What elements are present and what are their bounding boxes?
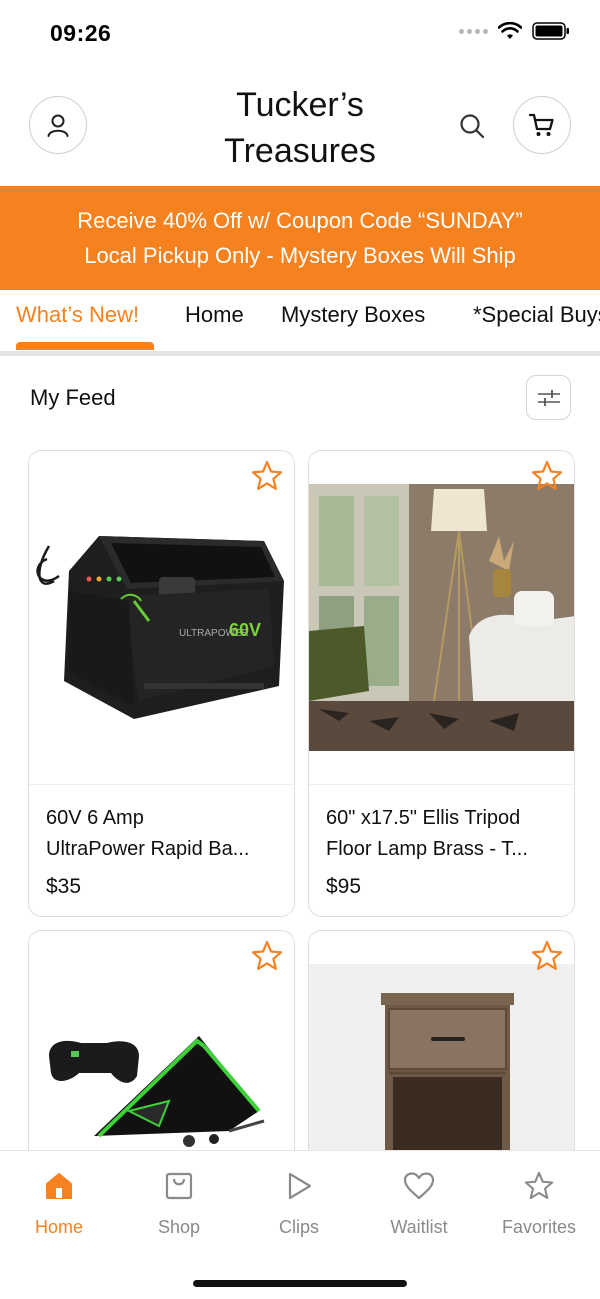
product-price: $95 bbox=[326, 875, 362, 898]
home-indicator[interactable] bbox=[193, 1280, 407, 1287]
product-card[interactable]: ULTRAPOWER 60V 60V 6 Amp UltraPower Rapi… bbox=[28, 450, 295, 917]
product-name-line2: Floor Lamp Brass - T... bbox=[326, 838, 528, 860]
filter-sliders-icon bbox=[537, 389, 560, 406]
favorite-star-button[interactable] bbox=[250, 459, 284, 498]
category-tabs: What’s New! Home Mystery Boxes *Special … bbox=[0, 290, 600, 356]
nav-favorites-label: Favorites bbox=[501, 1217, 577, 1237]
account-button[interactable] bbox=[29, 96, 87, 154]
nav-favorites[interactable]: Favorites bbox=[484, 1167, 594, 1238]
tab-home[interactable]: Home bbox=[185, 302, 244, 328]
nav-waitlist[interactable]: Waitlist bbox=[364, 1167, 474, 1238]
store-title-line2: Treasures bbox=[224, 132, 376, 170]
tab-mystery-boxes[interactable]: Mystery Boxes bbox=[281, 302, 425, 328]
star-icon bbox=[484, 1167, 594, 1205]
promo-line-2: Local Pickup Only - Mystery Boxes Will S… bbox=[84, 243, 516, 268]
star-icon bbox=[251, 460, 283, 490]
status-time: 09:26 bbox=[50, 20, 112, 46]
shop-bag-icon bbox=[124, 1167, 234, 1205]
product-info: 60" x17.5" Ellis Tripod Floor Lamp Brass… bbox=[309, 784, 574, 898]
status-bar: 09:26 bbox=[0, 0, 600, 64]
cart-icon bbox=[528, 113, 554, 136]
tab-special-buys[interactable]: *Special Buys bbox=[473, 302, 600, 328]
star-icon bbox=[531, 940, 563, 970]
nav-home-label: Home bbox=[34, 1217, 83, 1237]
nav-shop[interactable]: Shop bbox=[124, 1167, 234, 1238]
favorite-star-button[interactable] bbox=[530, 459, 564, 498]
nav-clips-label: Clips bbox=[278, 1217, 319, 1237]
charger-image: ULTRAPOWER 60V bbox=[29, 451, 294, 784]
favorite-star-button[interactable] bbox=[530, 939, 564, 978]
floor-lamp-image bbox=[309, 451, 574, 784]
store-title: Tucker’s Treasures bbox=[150, 82, 450, 174]
search-button[interactable] bbox=[454, 108, 490, 144]
product-name: 60V 6 Amp UltraPower Rapid Ba... bbox=[46, 803, 276, 865]
battery-icon bbox=[532, 22, 569, 40]
product-name-line1: 60V 6 Amp bbox=[46, 807, 144, 829]
user-icon bbox=[47, 114, 69, 137]
product-name: 60" x17.5" Ellis Tripod Floor Lamp Brass… bbox=[326, 803, 556, 865]
play-icon bbox=[244, 1167, 354, 1205]
promo-banner: Receive 40% Off w/ Coupon Code “SUNDAY” … bbox=[0, 186, 600, 290]
promo-line-1: Receive 40% Off w/ Coupon Code “SUNDAY” bbox=[77, 208, 523, 233]
heart-icon bbox=[364, 1167, 474, 1205]
svg-text:60V: 60V bbox=[229, 620, 261, 640]
tab-whats-new[interactable]: What’s New! bbox=[16, 302, 139, 328]
wifi-icon bbox=[498, 22, 522, 39]
product-name-line2: UltraPower Rapid Ba... bbox=[46, 838, 250, 860]
app-header: Tucker’s Treasures bbox=[0, 64, 600, 186]
status-icons bbox=[459, 22, 570, 40]
product-image: ULTRAPOWER 60V bbox=[29, 451, 294, 784]
star-icon bbox=[531, 460, 563, 490]
star-icon bbox=[251, 940, 283, 970]
product-image bbox=[309, 451, 574, 784]
cart-button[interactable] bbox=[513, 96, 571, 154]
nav-home[interactable]: Home bbox=[4, 1167, 114, 1238]
nav-waitlist-label: Waitlist bbox=[390, 1217, 448, 1237]
product-card[interactable]: 60" x17.5" Ellis Tripod Floor Lamp Brass… bbox=[308, 450, 575, 917]
nav-clips[interactable]: Clips bbox=[244, 1167, 354, 1238]
nav-shop-label: Shop bbox=[157, 1217, 201, 1237]
active-tab-indicator bbox=[16, 342, 154, 350]
product-info: 60V 6 Amp UltraPower Rapid Ba... $35 bbox=[29, 784, 294, 898]
search-icon bbox=[460, 114, 485, 139]
product-name-line1: 60" x17.5" Ellis Tripod bbox=[326, 807, 521, 829]
store-title-line1: Tucker’s bbox=[236, 86, 364, 124]
feed-title: My Feed bbox=[30, 385, 116, 410]
home-icon bbox=[4, 1167, 114, 1205]
bottom-nav: Home Shop Clips Waitlist Favorites bbox=[0, 1150, 600, 1299]
filter-button[interactable] bbox=[526, 375, 571, 420]
product-price: $35 bbox=[46, 875, 82, 898]
favorite-star-button[interactable] bbox=[250, 939, 284, 978]
signal-icon bbox=[459, 28, 488, 34]
